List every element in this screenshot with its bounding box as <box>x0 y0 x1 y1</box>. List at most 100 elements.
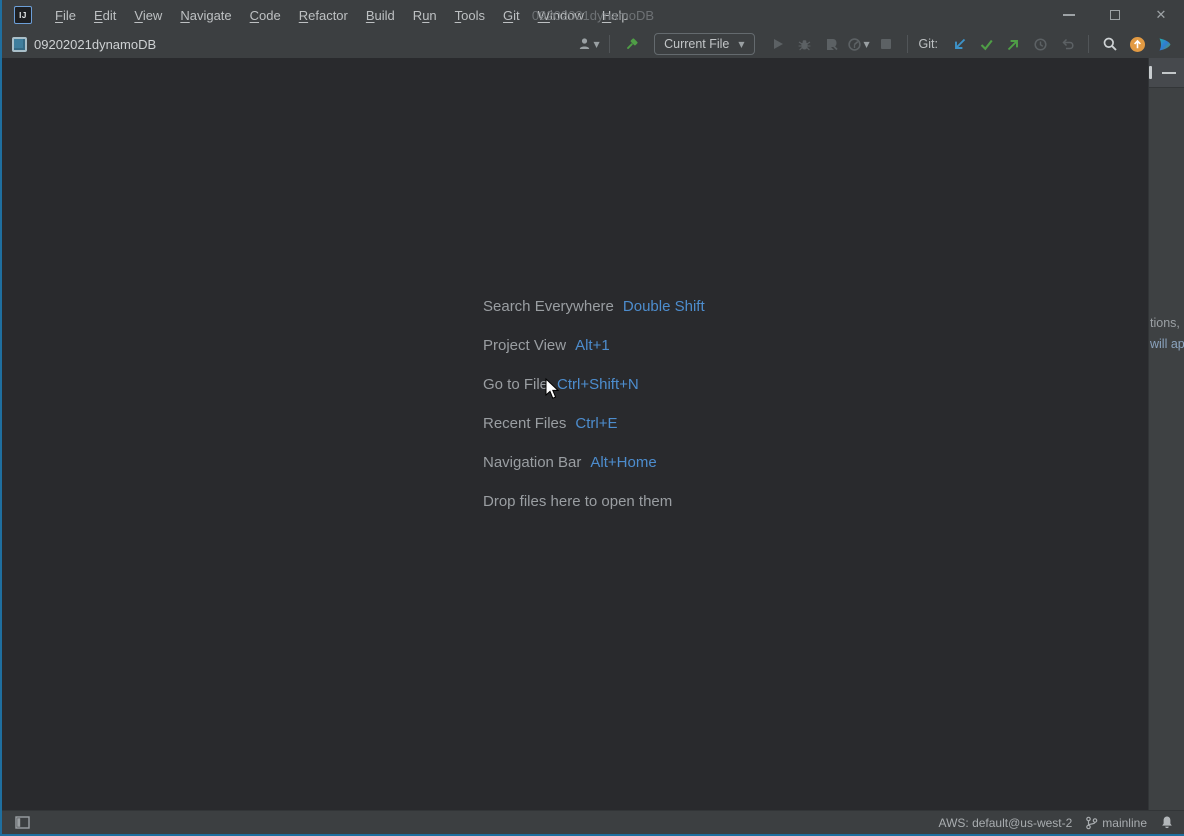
run-icon <box>771 37 785 51</box>
intellij-logo-icon: IJ <box>14 6 32 24</box>
hint-shortcut-link[interactable]: Ctrl+Shift+N <box>557 375 639 395</box>
hint-shortcut-link[interactable]: Alt+Home <box>590 453 656 473</box>
menu-navigate[interactable]: Navigate <box>171 0 240 30</box>
search-everywhere-button[interactable] <box>1098 32 1122 56</box>
menu-file[interactable]: File <box>46 0 85 30</box>
hint-project-view: Project View Alt+1 <box>483 336 705 356</box>
run-coverage-button[interactable] <box>820 32 844 56</box>
hint-label: Recent Files <box>483 414 566 434</box>
menu-code-label: Code <box>250 8 281 23</box>
plugin-play-button[interactable] <box>1152 32 1176 56</box>
toolbar-right-actions: ▼ Current File ▼ <box>576 32 1176 56</box>
update-available-icon <box>1129 36 1146 53</box>
hint-label: Navigation Bar <box>483 453 581 473</box>
project-name: 09202021dynamoDB <box>34 37 156 52</box>
aws-profile-text: AWS: default@us-west-2 <box>939 816 1073 830</box>
hint-recent-files: Recent Files Ctrl+E <box>483 414 705 434</box>
git-section-label: Git: <box>919 37 938 51</box>
debug-icon <box>797 37 812 52</box>
notification-bell-icon <box>1160 815 1174 830</box>
git-push-icon <box>1006 37 1021 52</box>
run-button[interactable] <box>766 32 790 56</box>
git-commit-button[interactable] <box>974 32 998 56</box>
notifications-button[interactable] <box>1160 815 1174 830</box>
menu-build[interactable]: Build <box>357 0 404 30</box>
plugin-play-icon <box>1156 36 1173 53</box>
notification-panel-cutoff: tions, will ap <box>1148 58 1184 810</box>
menu-tools[interactable]: Tools <box>446 0 494 30</box>
toolbar-separator <box>1088 35 1089 53</box>
menu-view[interactable]: View <box>125 0 171 30</box>
window-title: 09202021dynamoDB <box>532 0 654 30</box>
menu-build-label: Build <box>366 8 395 23</box>
run-configuration-selector[interactable]: Current File ▼ <box>654 33 754 55</box>
menu-git-label: Git <box>503 8 520 23</box>
drop-files-hint: Drop files here to open them <box>483 492 705 512</box>
git-branch-icon <box>1085 816 1098 830</box>
notification-text-fragment: tions, <box>1150 316 1180 330</box>
menu-edit[interactable]: Edit <box>85 0 125 30</box>
git-update-button[interactable] <box>947 32 971 56</box>
minimize-button[interactable] <box>1046 0 1092 30</box>
menu-run[interactable]: Run <box>404 0 446 30</box>
git-update-icon <box>952 37 967 52</box>
menu-navigate-label: Navigate <box>180 8 231 23</box>
menu-run-label: Run <box>413 8 437 23</box>
maximize-icon <box>1110 10 1120 20</box>
build-project-button[interactable] <box>619 32 643 56</box>
hint-shortcut-link[interactable]: Double Shift <box>623 297 705 317</box>
main-area: Search Everywhere Double Shift Project V… <box>2 58 1184 810</box>
menu-git[interactable]: Git <box>494 0 529 30</box>
toolwindow-toggle-icon <box>15 816 30 829</box>
profiler-icon: ▼ <box>847 37 869 52</box>
hint-label: Go to File <box>483 375 548 395</box>
close-button[interactable]: ✕ <box>1138 0 1184 30</box>
window-controls: ✕ <box>1046 0 1184 30</box>
update-available-button[interactable] <box>1125 32 1149 56</box>
menu-refactor[interactable]: Refactor <box>290 0 357 30</box>
notification-cut-glyph <box>1149 66 1152 79</box>
menu-refactor-label: Refactor <box>299 8 348 23</box>
git-branch-widget[interactable]: mainline <box>1085 816 1147 830</box>
editor-shortcut-hints: Search Everywhere Double Shift Project V… <box>483 297 705 512</box>
debug-button[interactable] <box>793 32 817 56</box>
menu-tools-label: Tools <box>455 8 485 23</box>
chevron-down-icon: ▼ <box>738 40 744 49</box>
run-configuration-value: Current File <box>664 37 729 51</box>
notification-hide-button[interactable] <box>1162 72 1176 74</box>
git-commit-icon <box>979 37 994 52</box>
toolbar-separator <box>907 35 908 53</box>
git-history-button[interactable] <box>1028 32 1052 56</box>
menu-code[interactable]: Code <box>241 0 290 30</box>
main-toolbar: 09202021dynamoDB ▼ <box>2 30 1184 58</box>
code-with-me-button[interactable]: ▼ <box>576 32 600 56</box>
hint-go-to-file: Go to File Ctrl+Shift+N <box>483 375 705 395</box>
toolbar-separator <box>609 35 610 53</box>
git-history-icon <box>1033 37 1048 52</box>
menu-edit-label: Edit <box>94 8 116 23</box>
hint-search-everywhere: Search Everywhere Double Shift <box>483 297 705 317</box>
toolwindow-toggle-button[interactable] <box>12 813 32 833</box>
project-icon <box>12 37 27 52</box>
git-rollback-button[interactable] <box>1055 32 1079 56</box>
project-widget[interactable]: 09202021dynamoDB <box>12 37 156 52</box>
aws-profile-widget[interactable]: AWS: default@us-west-2 <box>939 816 1073 830</box>
menu-view-label: View <box>134 8 162 23</box>
search-everywhere-icon <box>1102 36 1118 52</box>
git-push-button[interactable] <box>1001 32 1025 56</box>
hint-label: Search Everywhere <box>483 297 614 317</box>
git-rollback-icon <box>1060 37 1075 52</box>
status-bar: AWS: default@us-west-2 mainline <box>2 810 1184 834</box>
notification-header <box>1149 58 1184 88</box>
user-dropdown-icon: ▼ <box>577 36 600 52</box>
run-coverage-icon <box>824 37 839 52</box>
statusbar-right-widgets: AWS: default@us-west-2 mainline <box>939 815 1174 830</box>
menu-file-label: File <box>55 8 76 23</box>
notification-link-fragment: will ap <box>1150 337 1184 351</box>
maximize-button[interactable] <box>1092 0 1138 30</box>
stop-button[interactable] <box>874 32 898 56</box>
hint-shortcut-link[interactable]: Ctrl+E <box>575 414 617 434</box>
profiler-button[interactable]: ▼ <box>847 32 871 56</box>
editor-empty-pane: Search Everywhere Double Shift Project V… <box>2 58 1148 810</box>
hint-shortcut-link[interactable]: Alt+1 <box>575 336 610 356</box>
